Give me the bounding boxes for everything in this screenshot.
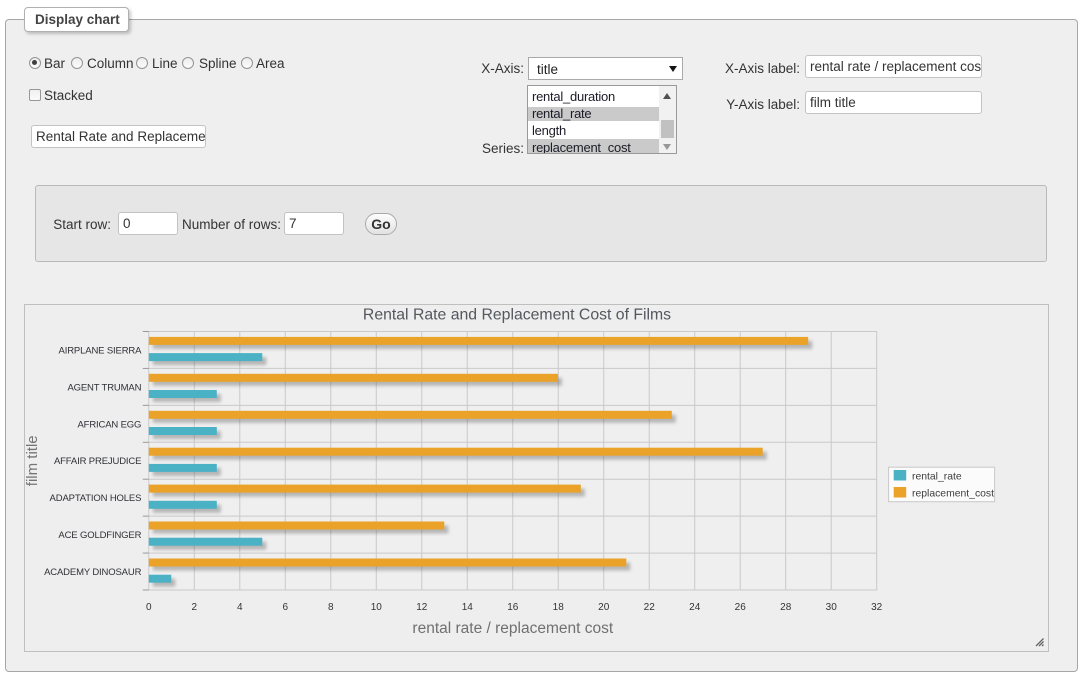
svg-text:28: 28 xyxy=(780,602,792,613)
svg-text:AIRPLANE SIERRA: AIRPLANE SIERRA xyxy=(59,346,143,357)
svg-text:Rental Rate and Replacement Co: Rental Rate and Replacement Cost of Film… xyxy=(363,307,671,324)
svg-text:32: 32 xyxy=(871,602,883,613)
svg-text:20: 20 xyxy=(598,602,610,613)
svg-text:4: 4 xyxy=(237,602,243,613)
svg-text:22: 22 xyxy=(644,602,656,613)
svg-text:26: 26 xyxy=(735,602,747,613)
svg-text:replacement_cost: replacement_cost xyxy=(912,489,994,500)
svg-text:24: 24 xyxy=(689,602,701,613)
svg-text:ACADEMY DINOSAUR: ACADEMY DINOSAUR xyxy=(44,567,141,578)
svg-text:AFRICAN EGG: AFRICAN EGG xyxy=(77,419,141,430)
svg-text:film title: film title xyxy=(25,435,41,486)
svg-text:18: 18 xyxy=(553,602,565,613)
svg-text:0: 0 xyxy=(146,602,152,613)
svg-text:AFFAIR PREJUDICE: AFFAIR PREJUDICE xyxy=(54,456,141,467)
svg-text:ACE GOLDFINGER: ACE GOLDFINGER xyxy=(58,530,141,541)
svg-text:14: 14 xyxy=(462,602,474,613)
svg-text:2: 2 xyxy=(192,602,198,613)
svg-text:rental rate / replacement cost: rental rate / replacement cost xyxy=(412,620,613,637)
svg-text:8: 8 xyxy=(328,602,334,613)
svg-text:30: 30 xyxy=(826,602,838,613)
svg-text:10: 10 xyxy=(371,602,383,613)
svg-text:rental_rate: rental_rate xyxy=(912,472,962,483)
svg-text:ADAPTATION HOLES: ADAPTATION HOLES xyxy=(50,493,142,504)
svg-text:AGENT TRUMAN: AGENT TRUMAN xyxy=(67,382,141,393)
svg-text:6: 6 xyxy=(282,602,288,613)
svg-text:16: 16 xyxy=(507,602,519,613)
svg-text:12: 12 xyxy=(416,602,428,613)
